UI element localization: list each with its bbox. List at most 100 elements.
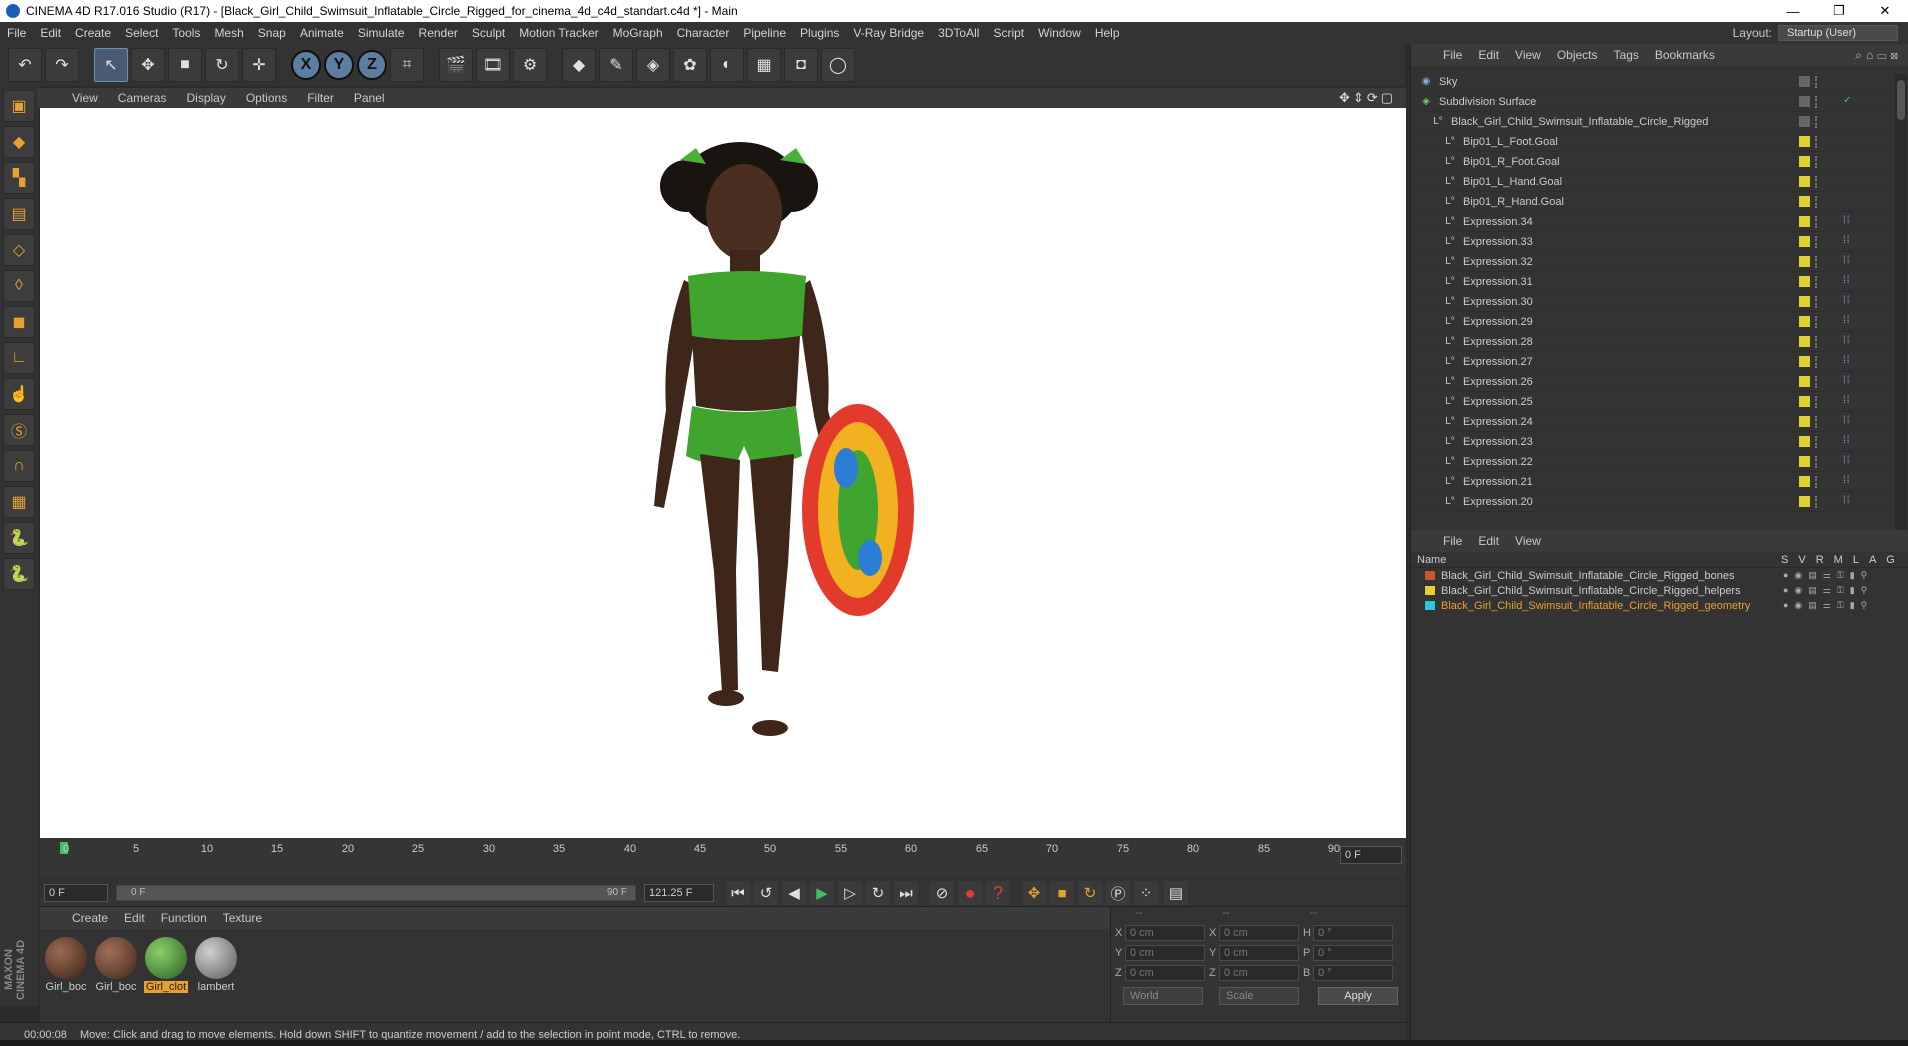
- coordinate-mode-dropdown[interactable]: World: [1123, 987, 1203, 1005]
- visibility-dots-icon[interactable]: [1815, 356, 1821, 368]
- live-selection-icon[interactable]: ↖: [94, 48, 128, 82]
- object-manager-icons[interactable]: ⌕⌂▭⊠: [1855, 48, 1908, 63]
- layer-toggle-icons[interactable]: ●◉▤⚌⚿▮⚲: [1783, 585, 1873, 596]
- snap-icon[interactable]: Ⓢ: [3, 414, 35, 446]
- visibility-dots-icon[interactable]: [1815, 296, 1821, 308]
- fps-field[interactable]: 121.25 F: [644, 884, 714, 902]
- menu-create[interactable]: Create: [68, 26, 118, 40]
- object-row[interactable]: L° Expression.34 ⁞⁞: [1411, 212, 1893, 232]
- size-y-field[interactable]: 0 cm: [1219, 945, 1299, 961]
- layer-color-tag[interactable]: [1799, 196, 1810, 207]
- viewport-menu-cameras[interactable]: Cameras: [108, 91, 177, 105]
- object-row[interactable]: L° Bip01_R_Foot.Goal: [1411, 152, 1893, 172]
- layer-toggle-icons[interactable]: ●◉▤⚌⚿▮⚲: [1783, 600, 1873, 611]
- layer-color-tag[interactable]: [1799, 216, 1810, 227]
- undo-icon[interactable]: ↶: [8, 48, 42, 82]
- object-list-vscroll[interactable]: [1895, 74, 1907, 554]
- expression-tag-icon[interactable]: ⁞⁞: [1843, 315, 1851, 326]
- size-z-field[interactable]: 0 cm: [1219, 965, 1299, 981]
- layer-color-tag[interactable]: [1799, 296, 1810, 307]
- object-row[interactable]: L° Bip01_L_Foot.Goal: [1411, 132, 1893, 152]
- layer-color-tag[interactable]: [1799, 136, 1810, 147]
- visibility-dots-icon[interactable]: [1815, 256, 1821, 268]
- menu-select[interactable]: Select: [118, 26, 165, 40]
- points-mode-icon[interactable]: ◇: [3, 234, 35, 266]
- expression-tag-icon[interactable]: ⁞⁞: [1843, 455, 1851, 466]
- python-icon[interactable]: 🐍: [3, 522, 35, 554]
- restore-button[interactable]: ❐: [1816, 0, 1862, 22]
- menu-character[interactable]: Character: [670, 26, 737, 40]
- visibility-dots-icon[interactable]: [1815, 416, 1821, 428]
- objects-menu-file[interactable]: File: [1435, 48, 1470, 62]
- visibility-dots-icon[interactable]: [1815, 76, 1821, 88]
- object-row[interactable]: L° Expression.32 ⁞⁞: [1411, 252, 1893, 272]
- editor-visibility-icon[interactable]: [1799, 96, 1810, 107]
- axis-mode-icon[interactable]: ∟: [3, 342, 35, 374]
- object-row[interactable]: L° Expression.28 ⁞⁞: [1411, 332, 1893, 352]
- size-mode-dropdown[interactable]: Scale: [1219, 987, 1299, 1005]
- menu-edit[interactable]: Edit: [33, 26, 68, 40]
- layer-color-tag[interactable]: [1799, 416, 1810, 427]
- expression-tag-icon[interactable]: ⁞⁞: [1843, 275, 1851, 286]
- timeline-end-frame-field[interactable]: 0 F: [1340, 846, 1402, 864]
- previous-key-icon[interactable]: ↺: [754, 881, 778, 905]
- play-icon[interactable]: ▶: [810, 881, 834, 905]
- object-row[interactable]: L° Bip01_R_Hand.Goal: [1411, 192, 1893, 212]
- position-z-field[interactable]: 0 cm: [1125, 965, 1205, 981]
- polygons-mode-icon[interactable]: ◼: [3, 306, 35, 338]
- material-swatch[interactable]: Girl_boc: [94, 937, 138, 993]
- object-row[interactable]: ◉ Sky: [1411, 72, 1893, 92]
- close-button[interactable]: ✕: [1862, 0, 1908, 22]
- next-key-icon[interactable]: ↻: [866, 881, 890, 905]
- object-row[interactable]: L° Expression.24 ⁞⁞: [1411, 412, 1893, 432]
- layer-row-bones[interactable]: Black_Girl_Child_Swimsuit_Inflatable_Cir…: [1411, 568, 1908, 583]
- cube-primitive-icon[interactable]: ◆: [562, 48, 596, 82]
- rotation-p-field[interactable]: 0 °: [1313, 945, 1393, 961]
- key-param-icon[interactable]: Ⓟ: [1106, 881, 1130, 905]
- menu-sculpt[interactable]: Sculpt: [465, 26, 512, 40]
- visibility-dots-icon[interactable]: [1815, 456, 1821, 468]
- layer-color-tag[interactable]: [1799, 276, 1810, 287]
- layer-color-swatch[interactable]: [1425, 601, 1435, 610]
- edges-mode-icon[interactable]: ◊: [3, 270, 35, 302]
- viewport-menu-display[interactable]: Display: [176, 91, 235, 105]
- visibility-dots-icon[interactable]: [1815, 396, 1821, 408]
- layer-row-geometry[interactable]: Black_Girl_Child_Swimsuit_Inflatable_Cir…: [1411, 598, 1908, 613]
- key-position-icon[interactable]: ✥: [1022, 881, 1046, 905]
- y-axis-lock-button[interactable]: Y: [324, 50, 354, 80]
- objects-menu-view[interactable]: View: [1507, 48, 1549, 62]
- menu-mesh[interactable]: Mesh: [207, 26, 250, 40]
- viewport-menu-panel[interactable]: Panel: [344, 91, 395, 105]
- workplane-icon[interactable]: ▤: [3, 198, 35, 230]
- spline-pen-icon[interactable]: ✎: [599, 48, 633, 82]
- menu-vray-bridge[interactable]: V-Ray Bridge: [846, 26, 931, 40]
- subdivision-surface-icon[interactable]: ◈: [636, 48, 670, 82]
- cloner-icon[interactable]: ✿: [673, 48, 707, 82]
- expression-tag-icon[interactable]: ⁞⁞: [1843, 295, 1851, 306]
- layers-menu-view[interactable]: View: [1507, 534, 1549, 548]
- layer-color-tag[interactable]: [1799, 256, 1810, 267]
- visibility-dots-icon[interactable]: [1815, 156, 1821, 168]
- go-to-start-icon[interactable]: ⏮: [726, 881, 750, 905]
- light-icon[interactable]: ◯: [821, 48, 855, 82]
- position-x-field[interactable]: 0 cm: [1125, 925, 1205, 941]
- menu-help[interactable]: Help: [1088, 26, 1127, 40]
- expression-tag-icon[interactable]: ⁞⁞: [1843, 235, 1851, 246]
- menu-motion-tracker[interactable]: Motion Tracker: [512, 26, 605, 40]
- expression-tag-icon[interactable]: ⁞⁞: [1843, 355, 1851, 366]
- expression-tag-icon[interactable]: ⁞⁞: [1843, 335, 1851, 346]
- visibility-dots-icon[interactable]: [1815, 236, 1821, 248]
- object-row[interactable]: L° Expression.31 ⁞⁞: [1411, 272, 1893, 292]
- menu-plugins[interactable]: Plugins: [793, 26, 846, 40]
- key-scale-icon[interactable]: ■: [1050, 881, 1074, 905]
- expression-tag-icon[interactable]: ⁞⁞: [1843, 415, 1851, 426]
- scroll-thumb[interactable]: [1897, 80, 1905, 120]
- help-record-icon[interactable]: ?: [986, 881, 1010, 905]
- menu-snap[interactable]: Snap: [251, 26, 293, 40]
- layer-color-tag[interactable]: [1799, 356, 1810, 367]
- object-row[interactable]: L° Expression.25 ⁞⁞: [1411, 392, 1893, 412]
- menu-script[interactable]: Script: [986, 26, 1031, 40]
- menu-render[interactable]: Render: [412, 26, 465, 40]
- layer-color-tag[interactable]: [1799, 456, 1810, 467]
- visibility-dots-icon[interactable]: [1815, 316, 1821, 328]
